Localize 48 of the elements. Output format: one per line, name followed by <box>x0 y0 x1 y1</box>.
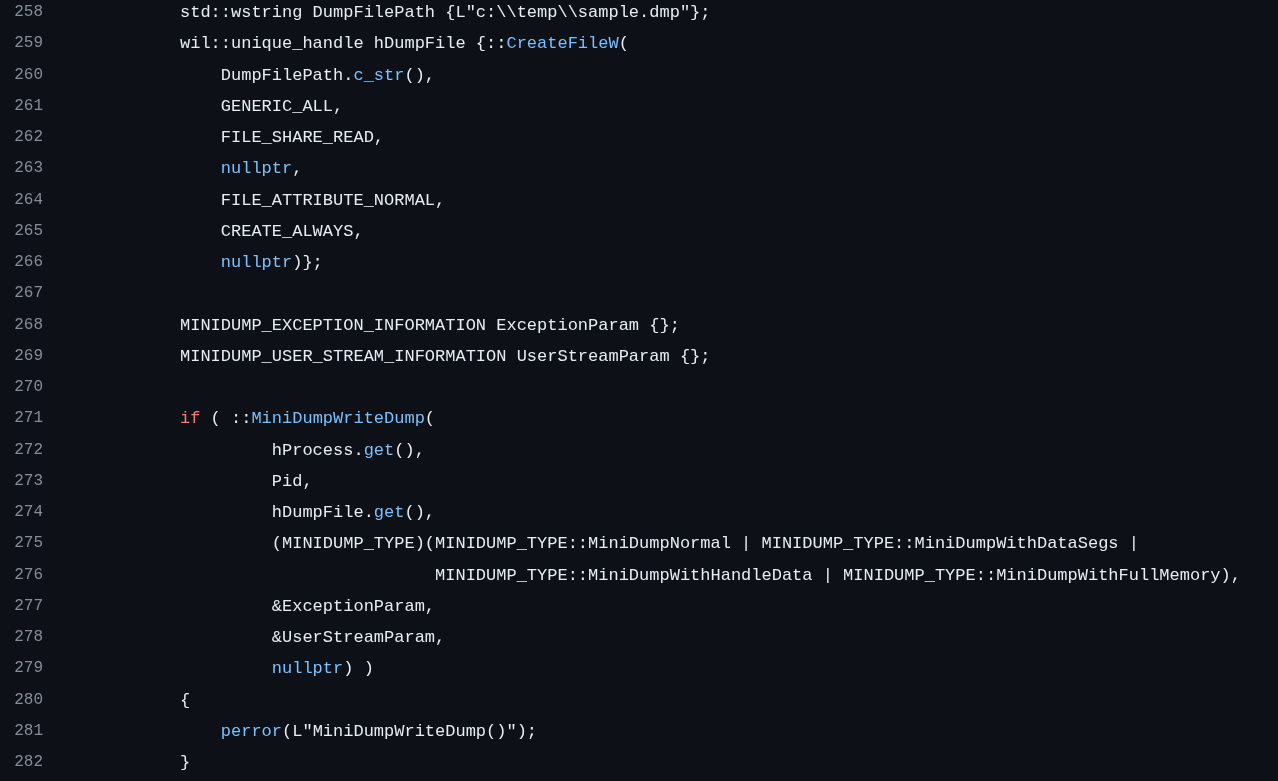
code-line: &ExceptionParam, <box>270 595 436 618</box>
line-number: 266 <box>13 252 43 274</box>
line-number: 276 <box>13 564 43 586</box>
code-line: DumpFilePath.c_str(), <box>219 64 436 87</box>
code-line: } <box>180 752 191 775</box>
code-line: hDumpFile.get(), <box>270 502 436 525</box>
line-number: 280 <box>13 689 43 711</box>
line-number: 279 <box>13 658 43 680</box>
line-number: 277 <box>13 595 43 617</box>
line-number: 269 <box>13 345 43 367</box>
line-number: 275 <box>13 533 43 555</box>
line-number: 271 <box>13 408 43 430</box>
code-line: MINIDUMP_USER_STREAM_INFORMATION UserStreamParam {}; <box>180 345 711 368</box>
code-line: GENERIC_ALL, <box>219 95 344 118</box>
line-number: 273 <box>13 470 43 492</box>
line-number: 259 <box>13 33 43 55</box>
code-line: FILE_ATTRIBUTE_NORMAL, <box>219 189 446 212</box>
line-number: 267 <box>13 283 43 305</box>
code-line: std::wstring DumpFilePath {L"c:\\temp\\sample.dmp"}; <box>180 2 711 25</box>
code-line: CREATE_ALWAYS, <box>219 220 364 243</box>
code-line: nullptr, <box>219 158 303 181</box>
code-line: &UserStreamParam, <box>270 627 446 650</box>
line-number: 281 <box>13 720 43 742</box>
line-number: 272 <box>13 439 43 461</box>
code-line: { <box>180 689 191 712</box>
line-number: 260 <box>13 64 43 86</box>
code-line: (MINIDUMP_TYPE)(MINIDUMP_TYPE::MiniDumpNormal | MINIDUMP_TYPE::MiniDumpWithDataSegs | <box>270 533 1139 556</box>
line-number: 262 <box>13 127 43 149</box>
line-number: 261 <box>13 95 43 117</box>
line-number: 265 <box>13 220 43 242</box>
line-number: 282 <box>13 752 43 774</box>
code-line: MINIDUMP_TYPE::MiniDumpWithHandleData | MINIDUMP_TYPE::MiniDumpWithFullMemory), <box>434 564 1241 587</box>
code-line: FILE_SHARE_READ, <box>219 127 385 150</box>
code-line: MINIDUMP_EXCEPTION_INFORMATION ExceptionParam {}; <box>180 314 680 337</box>
code-line: perror(L"MiniDumpWriteDump()"); <box>219 720 538 743</box>
code-line: if ( ::MiniDumpWriteDump( <box>180 408 436 431</box>
line-number: 264 <box>13 189 43 211</box>
line-number: 278 <box>13 627 43 649</box>
code-line: wil::unique_handle hDumpFile {::CreateFileW( <box>180 33 629 56</box>
line-number: 270 <box>13 377 43 399</box>
line-number: 274 <box>13 502 43 524</box>
code-line: Pid, <box>270 470 313 493</box>
line-number: 263 <box>13 158 43 180</box>
code-line: hProcess.get(), <box>270 439 425 462</box>
line-number: 258 <box>13 2 43 24</box>
line-number: 268 <box>13 314 43 336</box>
code-line: nullptr)}; <box>219 252 323 275</box>
code-line: nullptr) ) <box>270 658 374 681</box>
